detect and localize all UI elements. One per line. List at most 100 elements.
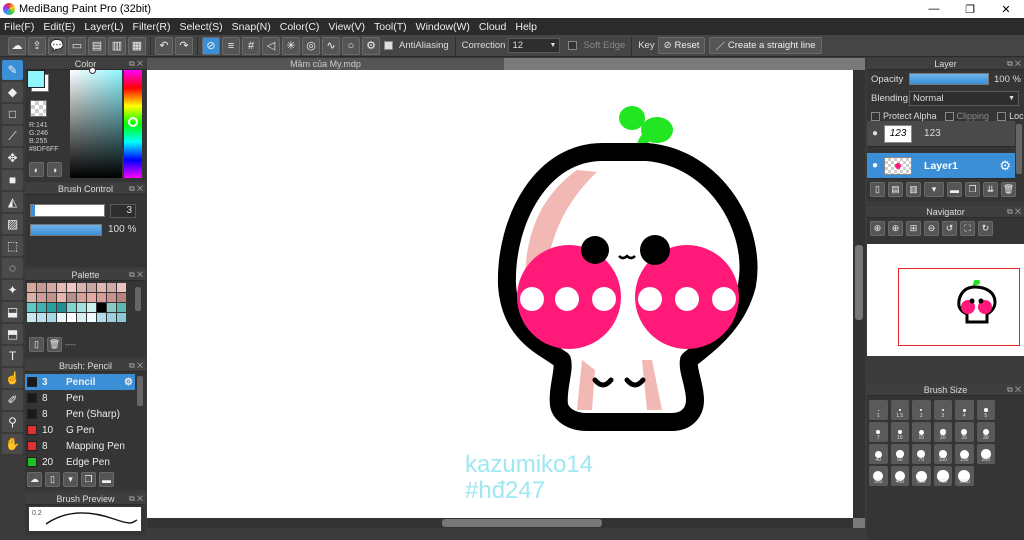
palette-swatch[interactable]	[117, 293, 126, 302]
brush-size-option[interactable]: 10	[890, 422, 909, 442]
divide-tool-icon[interactable]: ✐	[2, 390, 23, 410]
ellipse-snap-icon[interactable]: ○	[342, 36, 360, 55]
blending-select[interactable]: Normal ▼	[909, 91, 1019, 106]
zoom-out-icon[interactable]: ⊖	[924, 221, 939, 236]
brush-size-option[interactable]: 1.5	[890, 400, 909, 420]
brush-type-icon[interactable]: ▾	[63, 472, 78, 487]
brush-item-edge-pen[interactable]: 20 Edge Pen	[25, 454, 135, 470]
hue-slider[interactable]	[124, 70, 142, 178]
palette-swatch[interactable]	[37, 303, 46, 312]
zoom-in-small-icon[interactable]: ⊕	[888, 221, 903, 236]
transparent-swatch[interactable]	[30, 100, 47, 117]
palette-swatch[interactable]	[27, 313, 36, 322]
select-eraser-tool-icon[interactable]: ⬒	[2, 324, 23, 344]
menu-color[interactable]: Color(C)	[276, 21, 325, 33]
select-pen-tool-icon[interactable]: ⬓	[2, 302, 23, 322]
menu-cloud[interactable]: Cloud	[475, 21, 511, 33]
palette-swatch[interactable]	[47, 283, 56, 292]
snap-settings-icon[interactable]: ⚙	[362, 36, 380, 55]
brush-size-option[interactable]: 40	[869, 444, 888, 464]
menu-layer[interactable]: Layer(L)	[80, 21, 128, 33]
lock-checkbox[interactable]	[997, 111, 1007, 121]
bucket-tool-icon[interactable]: ◭	[2, 192, 23, 212]
brush-size-option[interactable]: 1	[869, 400, 888, 420]
layer-row[interactable]: ● 123 123	[867, 121, 1015, 147]
saturation-value-picker[interactable]	[70, 67, 122, 178]
text-tool-icon[interactable]: T	[2, 346, 23, 366]
brush-tool-icon[interactable]: ✎	[2, 60, 23, 80]
lasso-tool-icon[interactable]: ◌	[2, 258, 23, 278]
brush-item-pencil[interactable]: 3 Pencil ⚙	[25, 374, 135, 390]
new-page-icon[interactable]: ▯	[29, 337, 44, 352]
palette-swatch[interactable]	[97, 283, 106, 292]
palette-swatch[interactable]	[107, 313, 116, 322]
export-icon[interactable]: ⇪	[28, 36, 46, 55]
layer-opacity-slider[interactable]	[909, 73, 989, 85]
horizontal-scroll-thumb[interactable]	[442, 519, 602, 527]
palette-swatch[interactable]	[27, 293, 36, 302]
menu-select[interactable]: Select(S)	[175, 21, 227, 33]
maximize-button[interactable]: ❐	[952, 0, 988, 18]
palette-swatch[interactable]	[27, 283, 36, 292]
palette-swatch[interactable]	[57, 293, 66, 302]
add-layer-dropdown-icon[interactable]: ▾	[924, 182, 944, 197]
eyedropper-tool-icon[interactable]: ⚲	[2, 412, 23, 432]
palette-swatch[interactable]	[67, 293, 76, 302]
brush-opacity-slider[interactable]	[30, 224, 102, 236]
undo-icon[interactable]: ↶	[155, 36, 173, 55]
circle-snap-icon[interactable]: ◎	[302, 36, 320, 55]
brush-item-mapping-pen[interactable]: 8 Mapping Pen	[25, 438, 135, 454]
palette-swatch[interactable]	[117, 313, 126, 322]
palette-swatch[interactable]	[57, 313, 66, 322]
brush-size-option[interactable]: 5	[976, 400, 995, 420]
brush-size-option[interactable]: 500	[912, 466, 931, 486]
brush-size-option[interactable]: 25	[955, 422, 974, 442]
radial-snap-icon[interactable]: ✳	[282, 36, 300, 55]
palette-swatch[interactable]	[57, 283, 66, 292]
duplicate-icon[interactable]: ❐	[81, 472, 96, 487]
rectangle-tool-icon[interactable]: □	[2, 104, 23, 124]
fullscreen-icon[interactable]: ⛶	[960, 221, 975, 236]
brush-list-scrollbar[interactable]	[137, 376, 143, 406]
brush-size-option[interactable]: 20	[933, 422, 952, 442]
reset-button[interactable]: ⊘ Reset	[657, 37, 706, 54]
brush-size-option[interactable]: 3	[933, 400, 952, 420]
palette-swatch[interactable]	[57, 303, 66, 312]
brush-size-option[interactable]: 2	[912, 400, 931, 420]
brush-size-input[interactable]: 3	[110, 204, 136, 218]
panel-menu-icon[interactable]: ⧉ ✕	[1007, 206, 1021, 218]
brush-size-option[interactable]: 4	[955, 400, 974, 420]
merge-layer-icon[interactable]: ⇊	[983, 182, 998, 197]
palette-swatch[interactable]	[27, 303, 36, 312]
sv-picker-handle[interactable]	[89, 67, 96, 74]
palette-swatch[interactable]	[67, 313, 76, 322]
palette-swatch[interactable]	[77, 303, 86, 312]
operation-tool-icon[interactable]: ☝	[2, 368, 23, 388]
palette-swatch[interactable]	[87, 283, 96, 292]
correction-select[interactable]: 12 ▼	[508, 38, 561, 53]
palette-swatch[interactable]	[77, 313, 86, 322]
palette-swatch[interactable]	[47, 303, 56, 312]
clipping-checkbox[interactable]	[944, 111, 954, 121]
eraser-tool-icon[interactable]: ◆	[2, 82, 23, 102]
gear-icon[interactable]: ⚙	[124, 377, 133, 388]
palette-swatch[interactable]	[37, 283, 46, 292]
brush-size-option[interactable]: 50	[890, 444, 909, 464]
brush-size-option[interactable]: 70	[912, 444, 931, 464]
fill-rectangle-tool-icon[interactable]: ■	[2, 170, 23, 190]
close-button[interactable]: ✕	[988, 0, 1024, 18]
new-brush-icon[interactable]: ▯	[45, 472, 60, 487]
palette-swatch[interactable]	[47, 293, 56, 302]
antialiasing-checkbox[interactable]	[384, 41, 393, 50]
menu-file[interactable]: File(F)	[0, 21, 39, 33]
folder-icon[interactable]: ▬	[947, 182, 962, 197]
layer-list-scrollbar[interactable]	[1016, 124, 1022, 174]
cloud-icon[interactable]: ☁	[8, 36, 26, 55]
palette-swatch[interactable]	[67, 303, 76, 312]
palette-swatch[interactable]	[77, 293, 86, 302]
new-layer-icon[interactable]: ▯	[870, 182, 885, 197]
palette-swatch[interactable]	[117, 303, 126, 312]
brush-size-option[interactable]: 700	[933, 466, 952, 486]
palette-swatch[interactable]	[87, 313, 96, 322]
palette-swatch[interactable]	[97, 293, 106, 302]
